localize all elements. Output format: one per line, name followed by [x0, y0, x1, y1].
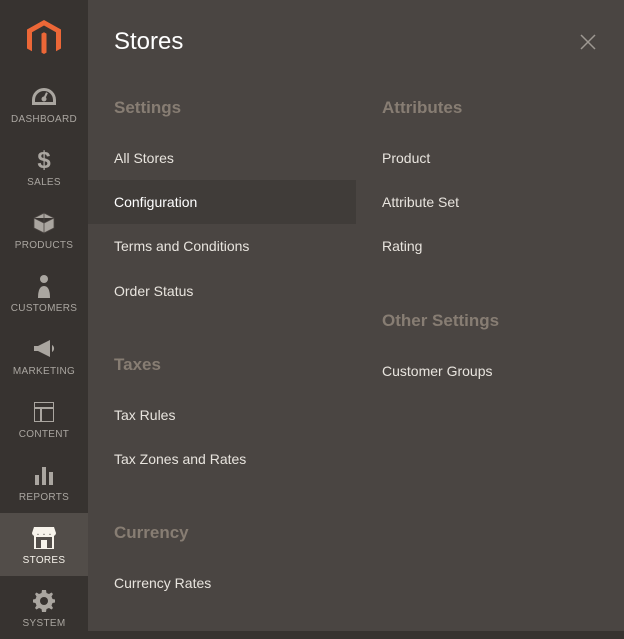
person-icon [31, 273, 57, 299]
sidebar-item-reports[interactable]: REPORTS [0, 450, 88, 513]
menu-link-customer-groups[interactable]: Customer Groups [356, 349, 624, 393]
svg-text:$: $ [37, 148, 51, 172]
sidebar-item-content[interactable]: CONTENT [0, 387, 88, 450]
sidebar-item-stores[interactable]: STORES [0, 513, 88, 576]
section-heading-settings: Settings [88, 84, 356, 136]
magento-logo[interactable] [27, 0, 61, 72]
sidebar-item-label: SALES [27, 177, 61, 188]
sidebar-item-label: CUSTOMERS [11, 303, 77, 314]
sidebar-item-customers[interactable]: CUSTOMERS [0, 261, 88, 324]
close-icon [579, 33, 597, 51]
sidebar-item-label: REPORTS [19, 492, 69, 503]
sidebar-item-label: CONTENT [19, 429, 69, 440]
close-button[interactable] [578, 32, 598, 52]
layout-icon [31, 399, 57, 425]
sidebar-item-dashboard[interactable]: DASHBOARD [0, 72, 88, 135]
menu-link-order-status[interactable]: Order Status [88, 269, 356, 313]
dollar-icon: $ [31, 147, 57, 173]
sidebar-item-label: MARKETING [13, 366, 75, 377]
sidebar-item-label: DASHBOARD [11, 114, 77, 125]
menu-link-all-stores[interactable]: All Stores [88, 136, 356, 180]
sidebar-item-sales[interactable]: $ SALES [0, 135, 88, 198]
menu-link-attribute-set[interactable]: Attribute Set [356, 180, 624, 224]
menu-link-tax-zones-and-rates[interactable]: Tax Zones and Rates [88, 437, 356, 481]
sidebar: DASHBOARD $ SALES PRODUCTS CUSTOMERS MAR… [0, 0, 88, 631]
menu-link-product[interactable]: Product [356, 136, 624, 180]
panel-title: Stores [114, 28, 183, 56]
menu-link-configuration[interactable]: Configuration [88, 180, 356, 224]
sidebar-item-label: PRODUCTS [15, 240, 74, 251]
menu-link-rating[interactable]: Rating [356, 224, 624, 268]
sidebar-item-label: STORES [23, 555, 66, 566]
menu-link-currency-rates[interactable]: Currency Rates [88, 561, 356, 605]
dashboard-icon [31, 84, 57, 110]
box-icon [31, 210, 57, 236]
storefront-icon [31, 525, 57, 551]
sidebar-item-system[interactable]: SYSTEM [0, 576, 88, 639]
submenu-panel: Stores Settings All Stores Configuration… [88, 0, 624, 631]
section-heading-currency: Currency [88, 509, 356, 561]
sidebar-item-products[interactable]: PRODUCTS [0, 198, 88, 261]
bars-icon [31, 462, 57, 488]
sidebar-item-label: SYSTEM [23, 618, 66, 629]
section-heading-other-settings: Other Settings [356, 297, 624, 349]
menu-link-tax-rules[interactable]: Tax Rules [88, 393, 356, 437]
submenu-column-right: Attributes Product Attribute Set Rating … [356, 84, 624, 605]
megaphone-icon [31, 336, 57, 362]
submenu-column-left: Settings All Stores Configuration Terms … [88, 84, 356, 605]
menu-link-terms-and-conditions[interactable]: Terms and Conditions [88, 224, 356, 268]
section-heading-taxes: Taxes [88, 341, 356, 393]
gear-icon [31, 588, 57, 614]
section-heading-attributes: Attributes [356, 84, 624, 136]
sidebar-item-marketing[interactable]: MARKETING [0, 324, 88, 387]
